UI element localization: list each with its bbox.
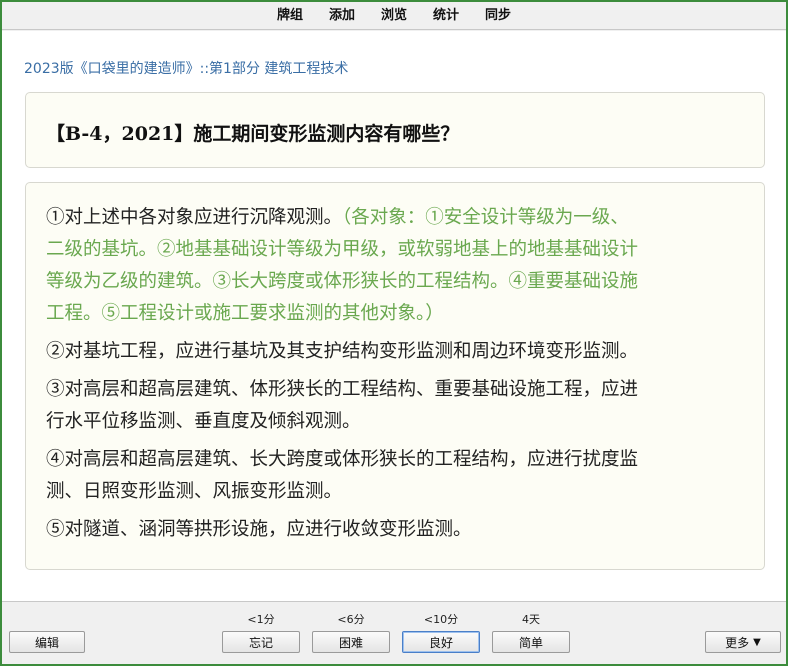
answer-line: ①对上述中各对象应进行沉降观测。（各对象：①安全设计等级为一级、 [46, 207, 629, 228]
answer-item-5: ⑤对隧道、涵洞等拱形设施，应进行收敛变形监测。 [46, 514, 744, 546]
answer-line: ②对基坑工程，应进行基坑及其支护结构变形监测和周边环境变形监测。 [46, 341, 639, 362]
deck-path: 2023版《口袋里的建造师》::第1部分 建筑工程技术 [24, 61, 349, 77]
easy-button[interactable]: 简单 [492, 631, 570, 653]
answer-line: 二级的基坑。②地基基础设计等级为甲级，或软弱地基上的地基基础设计 [46, 234, 744, 266]
answer-line: 行水平位移监测、垂直度及倾斜观测。 [46, 411, 361, 432]
menu-decks[interactable]: 牌组 [264, 2, 316, 30]
answer-note: 等级为乙级的建筑。③长大跨度或体形狭长的工程结构。④重要基础设施 [46, 271, 639, 292]
again-button[interactable]: 忘记 [222, 631, 300, 653]
answer-line: 等级为乙级的建筑。③长大跨度或体形狭长的工程结构。④重要基础设施 [46, 266, 744, 298]
answer-line: 测、日照变形监测、风振变形监测。 [46, 481, 343, 502]
answer-card: ①对上述中各对象应进行沉降观测。（各对象：①安全设计等级为一级、 二级的基坑。②… [25, 182, 765, 570]
menu-sync[interactable]: 同步 [472, 2, 524, 30]
interval-easy: 4天 [522, 613, 540, 626]
more-button[interactable]: 更多 ▼ [705, 631, 781, 653]
edit-button[interactable]: 编辑 [9, 631, 85, 653]
hard-button[interactable]: 困难 [312, 631, 390, 653]
app-window: 牌组 添加 浏览 统计 同步 2023版《口袋里的建造师》::第1部分 建筑工程… [0, 0, 788, 666]
answer-note: 工程。⑤工程设计或施工要求监测的其他对象。） [46, 303, 444, 324]
more-label: 更多 [725, 635, 750, 650]
answer-item-2: ②对基坑工程，应进行基坑及其支护结构变形监测和周边环境变形监测。 [46, 336, 744, 368]
answer-line: 工程。⑤工程设计或施工要求监测的其他对象。） [46, 298, 744, 330]
answer-line: ⑤对隧道、涵洞等拱形设施，应进行收敛变形监测。 [46, 519, 472, 540]
menu-stats[interactable]: 统计 [420, 2, 472, 30]
interval-good: <10分 [423, 613, 459, 626]
review-area: 2023版《口袋里的建造师》::第1部分 建筑工程技术 【B-4，2021】施工… [2, 31, 786, 601]
menu-add[interactable]: 添加 [316, 2, 368, 30]
answer-note: 二级的基坑。②地基基础设计等级为甲级，或软弱地基上的地基基础设计 [46, 239, 639, 260]
question-card: 【B-4，2021】施工期间变形监测内容有哪些？ [25, 92, 765, 168]
bottom-bar: 编辑 <1分 忘记 <6分 困难 <10分 良好 4天 简单 更多 ▼ [2, 601, 786, 664]
interval-again: <1分 [247, 613, 275, 626]
answer-line: ③对高层和超高层建筑、体形狭长的工程结构、重要基础设施工程，应进 [46, 379, 639, 400]
answer-item-3: ③对高层和超高层建筑、体形狭长的工程结构、重要基础设施工程，应进 行水平位移监测… [46, 374, 744, 438]
answer-item-4: ④对高层和超高层建筑、长大跨度或体形狭长的工程结构，应进行扰度监 测、日照变形监… [46, 444, 744, 508]
answer-note: （各对象：①安全设计等级为一级、 [342, 207, 629, 228]
good-button[interactable]: 良好 [402, 631, 480, 653]
menu-browse[interactable]: 浏览 [368, 2, 420, 30]
question-text: 【B-4，2021】施工期间变形监测内容有哪些？ [46, 123, 460, 145]
answer-item-1: ①对上述中各对象应进行沉降观测。（各对象：①安全设计等级为一级、 二级的基坑。②… [46, 202, 744, 330]
chevron-down-icon: ▼ [753, 636, 761, 648]
top-menu-bar: 牌组 添加 浏览 统计 同步 [2, 2, 786, 30]
answer-line: ④对高层和超高层建筑、长大跨度或体形狭长的工程结构，应进行扰度监 [46, 449, 639, 470]
interval-hard: <6分 [337, 613, 365, 626]
